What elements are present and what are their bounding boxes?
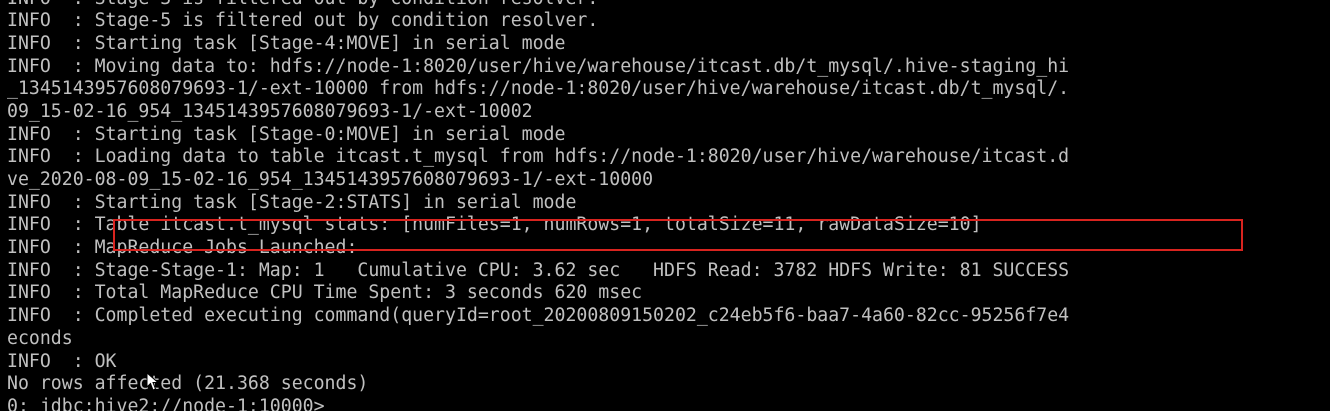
terminal-line: INFO : Starting task [Stage-2:STATS] in … <box>7 191 577 213</box>
terminal-line: INFO : Starting task [Stage-0:MOVE] in s… <box>7 123 566 145</box>
terminal-line: INFO : OK <box>7 350 117 372</box>
terminal-line: econds <box>7 327 73 349</box>
terminal-line: _1345143957608079693-1/-ext-10000 from h… <box>7 78 1070 100</box>
terminal-line: INFO : Stage-Stage-1: Map: 1 Cumulative … <box>7 259 1070 281</box>
terminal-line: INFO : Stage-5 is filtered out by condit… <box>7 10 599 32</box>
terminal-line: INFO : Stage-3 is filtered out by condit… <box>7 0 1069 10</box>
terminal-line: ve_2020-08-09_15-02-16_954_1345143957608… <box>7 169 654 190</box>
terminal-line: 09_15-02-16_954_1345143957608079693-1/-e… <box>7 100 533 122</box>
terminal-prompt[interactable]: 0: jdbc:hive2://node-1:10000> <box>7 396 1069 411</box>
terminal-line: No rows affected (21.368 seconds) <box>7 373 369 395</box>
terminal-line: INFO : Loading data to table itcast.t_my… <box>7 146 1070 168</box>
terminal-line: INFO : Starting task [Stage-4:MOVE] in s… <box>7 32 566 54</box>
terminal-line: INFO : Moving data to: hdfs://node-1:802… <box>7 55 1070 77</box>
mouse-cursor-icon <box>146 372 160 391</box>
terminal-line: INFO : Total MapReduce CPU Time Spent: 3… <box>7 282 643 304</box>
terminal-line: INFO : MapReduce Jobs Launched: <box>7 237 358 259</box>
terminal-line-stats: INFO : Table itcast.t_mysql stats: [numF… <box>7 214 982 236</box>
terminal-window[interactable]: INFO : Stage-3 is filtered out by condit… <box>0 0 1330 411</box>
terminal-output: INFO : Stage-3 is filtered out by condit… <box>7 0 1069 411</box>
terminal-line: INFO : Completed executing command(query… <box>7 305 1070 327</box>
